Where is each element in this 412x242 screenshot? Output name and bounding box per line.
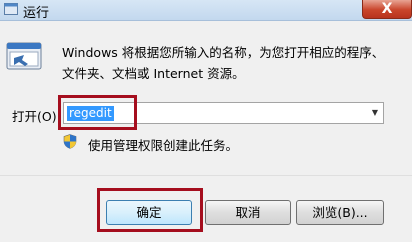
description-line-1: Windows 将根据您所输入的名称，为您打开相应的程序、	[62, 45, 385, 60]
open-combobox[interactable]: regedit ▼	[63, 102, 384, 124]
admin-privilege-note: 使用管理权限创建此任务。	[88, 138, 239, 153]
uac-shield-icon	[63, 134, 77, 149]
open-label: 打开(O):	[12, 109, 61, 124]
window-title: 运行	[23, 6, 50, 21]
close-button[interactable]: X	[362, 0, 412, 19]
description-text: Windows 将根据您所输入的名称，为您打开相应的程序、 文件夹、文档或 In…	[62, 42, 392, 84]
title-bar: 运行 X	[0, 0, 412, 21]
ok-button[interactable]: 确定	[106, 200, 192, 225]
open-input[interactable]: regedit	[67, 106, 114, 121]
description-line-2: 文件夹、文档或 Internet 资源。	[62, 66, 245, 81]
run-app-icon	[4, 3, 18, 15]
chevron-down-icon[interactable]: ▼	[369, 107, 381, 119]
cancel-button[interactable]: 取消	[205, 200, 291, 225]
close-icon: X	[381, 1, 393, 17]
browse-button[interactable]: 浏览(B)...	[296, 200, 384, 225]
run-program-icon	[6, 42, 42, 70]
